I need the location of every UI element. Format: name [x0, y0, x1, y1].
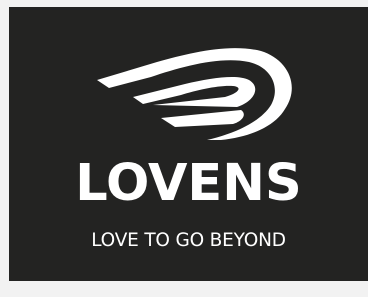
- wing-icon: [97, 48, 292, 140]
- wing-feather-1: [97, 48, 292, 140]
- brand-name: LOVENS: [75, 154, 302, 213]
- tagline: LOVE TO GO BEYOND: [91, 230, 286, 251]
- wing-feather-2: [133, 77, 256, 107]
- wing-feather-3: [161, 110, 244, 127]
- logo-panel: LOVENS LOVE TO GO BEYOND: [9, 7, 368, 281]
